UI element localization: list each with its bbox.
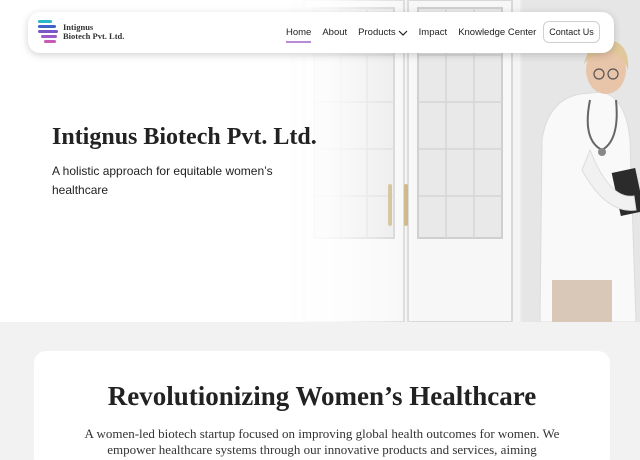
nav-home[interactable]: Home [286,27,312,43]
about-title: Revolutionizing Women’s Healthcare [107,381,537,411]
nav-products-label: Products [358,27,396,38]
hero-title: Intignus Biotech Pvt. Ltd. [52,124,317,150]
contact-us-button[interactable]: Contact Us [543,21,600,43]
logo-line2: Biotech Pvt. Ltd. [63,31,125,41]
navbar: Intignus Biotech Pvt. Ltd. Home About Pr… [28,12,614,53]
nav-impact[interactable]: Impact [419,27,448,38]
hero-tagline: A holistic approach for equitable women’… [52,164,273,197]
nav-knowledge-center[interactable]: Knowledge Center [458,27,536,38]
about-body: A women-led biotech startup focused on i… [84,426,560,457]
nav-links: Home About Products Impact Knowledge Cen… [286,12,547,53]
about-card: Revolutionizing Women’s Healthcare A wom… [34,351,610,460]
logo-wordmark: Intignus Biotech Pvt. Ltd. [63,23,124,41]
nav-about[interactable]: About [322,27,347,38]
nav-products[interactable]: Products [358,27,408,38]
logo-bars-icon [38,20,58,43]
chevron-down-icon [398,30,408,36]
brand-logo[interactable]: Intignus Biotech Pvt. Ltd. [38,19,138,47]
